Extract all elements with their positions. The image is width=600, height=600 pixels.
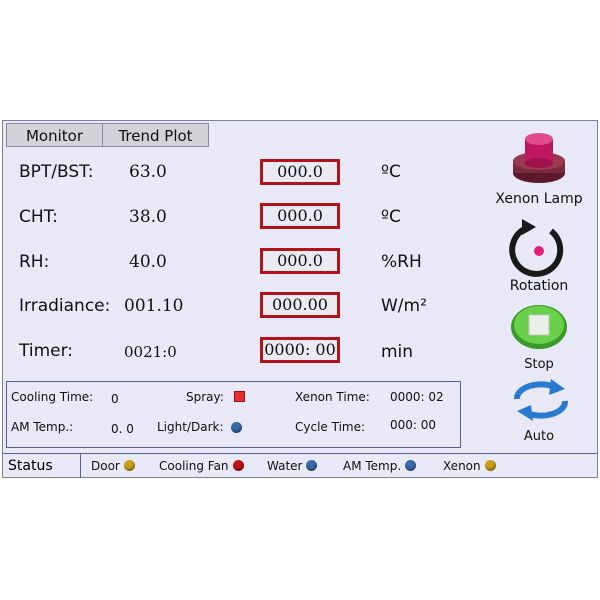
auto-button[interactable]: Auto — [489, 377, 589, 447]
status-water: Water — [267, 459, 318, 473]
info-box: Cooling Time: 0 Spray: Xenon Time: 0000:… — [6, 381, 461, 448]
tab-bar: Monitor Trend Plot — [6, 123, 209, 147]
auto-label: Auto — [523, 429, 555, 444]
status-cooling-fan-label: Cooling Fan — [159, 459, 229, 473]
am-temp-label: AM Temp.: — [11, 420, 74, 434]
timer-unit: min — [381, 342, 414, 362]
bpt-bst-setpoint[interactable]: 000.0 — [260, 159, 340, 185]
auto-icon — [514, 379, 568, 421]
xenon-time-value: 0000: 02 — [390, 390, 444, 404]
irradiance-label: Irradiance: — [19, 296, 111, 316]
xenon-indicator-icon — [484, 460, 496, 471]
timer-value: 0021:0 — [124, 343, 177, 361]
stop-button[interactable]: Stop — [489, 301, 589, 375]
door-indicator-icon — [123, 460, 135, 471]
cht-label: CHT: — [19, 207, 58, 227]
status-water-label: Water — [267, 459, 303, 473]
rotation-icon — [509, 219, 564, 277]
am-temp-indicator-icon — [405, 460, 417, 471]
status-bar: Status Door Cooling Fan Water AM Temp. X… — [3, 453, 597, 478]
tab-monitor[interactable]: Monitor — [6, 123, 103, 147]
status-xenon-label: Xenon — [443, 459, 481, 473]
xenon-lamp-button[interactable]: Xenon Lamp — [489, 127, 589, 211]
monitor-panel: Monitor Trend Plot BPT/BST: 63.0 000.0 º… — [2, 120, 598, 478]
irradiance-value: 001.10 — [124, 296, 184, 316]
xenon-lamp-icon — [513, 133, 565, 183]
timer-setpoint[interactable]: 0000: 00 — [260, 337, 340, 363]
status-am-temp: AM Temp. — [343, 459, 417, 473]
rotation-button[interactable]: Rotation — [489, 217, 589, 297]
bpt-bst-value: 63.0 — [129, 162, 167, 182]
status-door-label: Door — [91, 459, 120, 473]
rh-unit: %RH — [381, 252, 422, 272]
cooling-time-value: 0 — [111, 392, 119, 406]
timer-label: Timer: — [19, 341, 74, 361]
xenon-lamp-label: Xenon Lamp — [495, 191, 583, 207]
water-indicator-icon — [306, 460, 318, 471]
stop-label: Stop — [524, 357, 554, 372]
status-xenon: Xenon — [443, 459, 496, 473]
status-label: Status — [3, 454, 81, 478]
spray-indicator-icon — [234, 391, 245, 402]
spray-label: Spray: — [186, 390, 224, 404]
rotation-label: Rotation — [509, 278, 569, 294]
cht-unit: ºC — [381, 207, 401, 227]
am-temp-value: 0. 0 — [111, 422, 134, 436]
light-dark-indicator-icon — [231, 422, 242, 433]
status-cooling-fan: Cooling Fan — [159, 459, 244, 473]
bpt-bst-unit: ºC — [381, 162, 401, 182]
cht-value: 38.0 — [129, 207, 167, 227]
cooling-time-label: Cooling Time: — [11, 390, 94, 404]
xenon-time-label: Xenon Time: — [295, 390, 370, 404]
rh-setpoint[interactable]: 000.0 — [260, 248, 340, 274]
tab-trend-plot[interactable]: Trend Plot — [103, 123, 209, 147]
irradiance-setpoint[interactable]: 000.00 — [260, 292, 340, 318]
stop-icon — [511, 305, 567, 349]
cycle-time-label: Cycle Time: — [295, 420, 366, 434]
light-dark-label: Light/Dark: — [157, 420, 224, 434]
status-door: Door — [91, 459, 135, 473]
cht-setpoint[interactable]: 000.0 — [260, 203, 340, 229]
status-am-temp-label: AM Temp. — [343, 459, 402, 473]
cooling-fan-indicator-icon — [232, 460, 244, 471]
irradiance-unit: W/m² — [381, 296, 427, 316]
rh-value: 40.0 — [129, 252, 167, 272]
rh-label: RH: — [19, 252, 50, 272]
bpt-bst-label: BPT/BST: — [19, 162, 94, 182]
cycle-time-value: 000: 00 — [390, 418, 437, 432]
